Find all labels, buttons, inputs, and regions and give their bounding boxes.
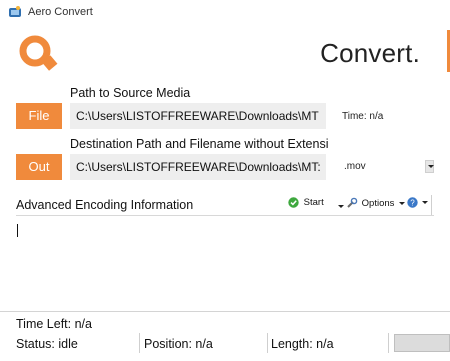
chevron-down-icon[interactable] bbox=[425, 160, 434, 173]
extension-value: .mov bbox=[344, 161, 366, 172]
file-button[interactable]: File bbox=[16, 103, 62, 129]
source-label: Path to Source Media bbox=[70, 86, 191, 100]
options-button[interactable]: Options bbox=[346, 197, 406, 211]
encoding-label: Advanced Encoding Information bbox=[16, 198, 194, 212]
destination-path-field[interactable]: C:\Users\LISTOFFREEWARE\Downloads\MT: bbox=[70, 154, 326, 180]
destination-label: Destination Path and Filename without Ex… bbox=[70, 137, 329, 151]
help-icon: ? bbox=[407, 197, 418, 208]
start-label: Start bbox=[303, 197, 324, 208]
start-button[interactable]: Start bbox=[288, 197, 324, 211]
text-cursor bbox=[17, 224, 18, 237]
out-button[interactable]: Out bbox=[16, 154, 62, 180]
status-divider bbox=[139, 333, 140, 353]
page-title: Convert. bbox=[320, 38, 420, 68]
help-button[interactable]: ? bbox=[407, 197, 428, 211]
logo-icon bbox=[19, 35, 58, 71]
status-text: Status: idle bbox=[16, 337, 78, 351]
wrench-icon bbox=[347, 197, 358, 208]
extension-select[interactable]: .mov bbox=[340, 156, 436, 178]
options-label: Options bbox=[361, 197, 395, 209]
title-bar: Aero Convert bbox=[0, 0, 450, 24]
source-time: Time: n/a bbox=[342, 111, 384, 122]
source-path-field[interactable]: C:\Users\LISTOFFREEWARE\Downloads\MT bbox=[70, 103, 326, 129]
chevron-down-icon bbox=[421, 201, 428, 204]
app-icon bbox=[9, 6, 21, 17]
chevron-down-icon bbox=[399, 201, 406, 205]
position-text: Position: n/a bbox=[144, 337, 213, 351]
divider bbox=[0, 311, 450, 312]
divider bbox=[16, 215, 434, 216]
progress-bar bbox=[394, 334, 450, 352]
status-divider bbox=[388, 333, 389, 353]
toolbar-divider bbox=[431, 195, 432, 215]
start-icon bbox=[288, 197, 299, 208]
length-text: Length: n/a bbox=[271, 337, 334, 351]
svg-text:?: ? bbox=[410, 198, 415, 207]
time-left-text: Time Left: n/a bbox=[16, 317, 92, 331]
chevron-down-icon[interactable] bbox=[338, 201, 344, 215]
encoding-log-textarea[interactable] bbox=[14, 220, 434, 312]
window-title: Aero Convert bbox=[28, 6, 93, 18]
status-divider bbox=[267, 333, 268, 353]
